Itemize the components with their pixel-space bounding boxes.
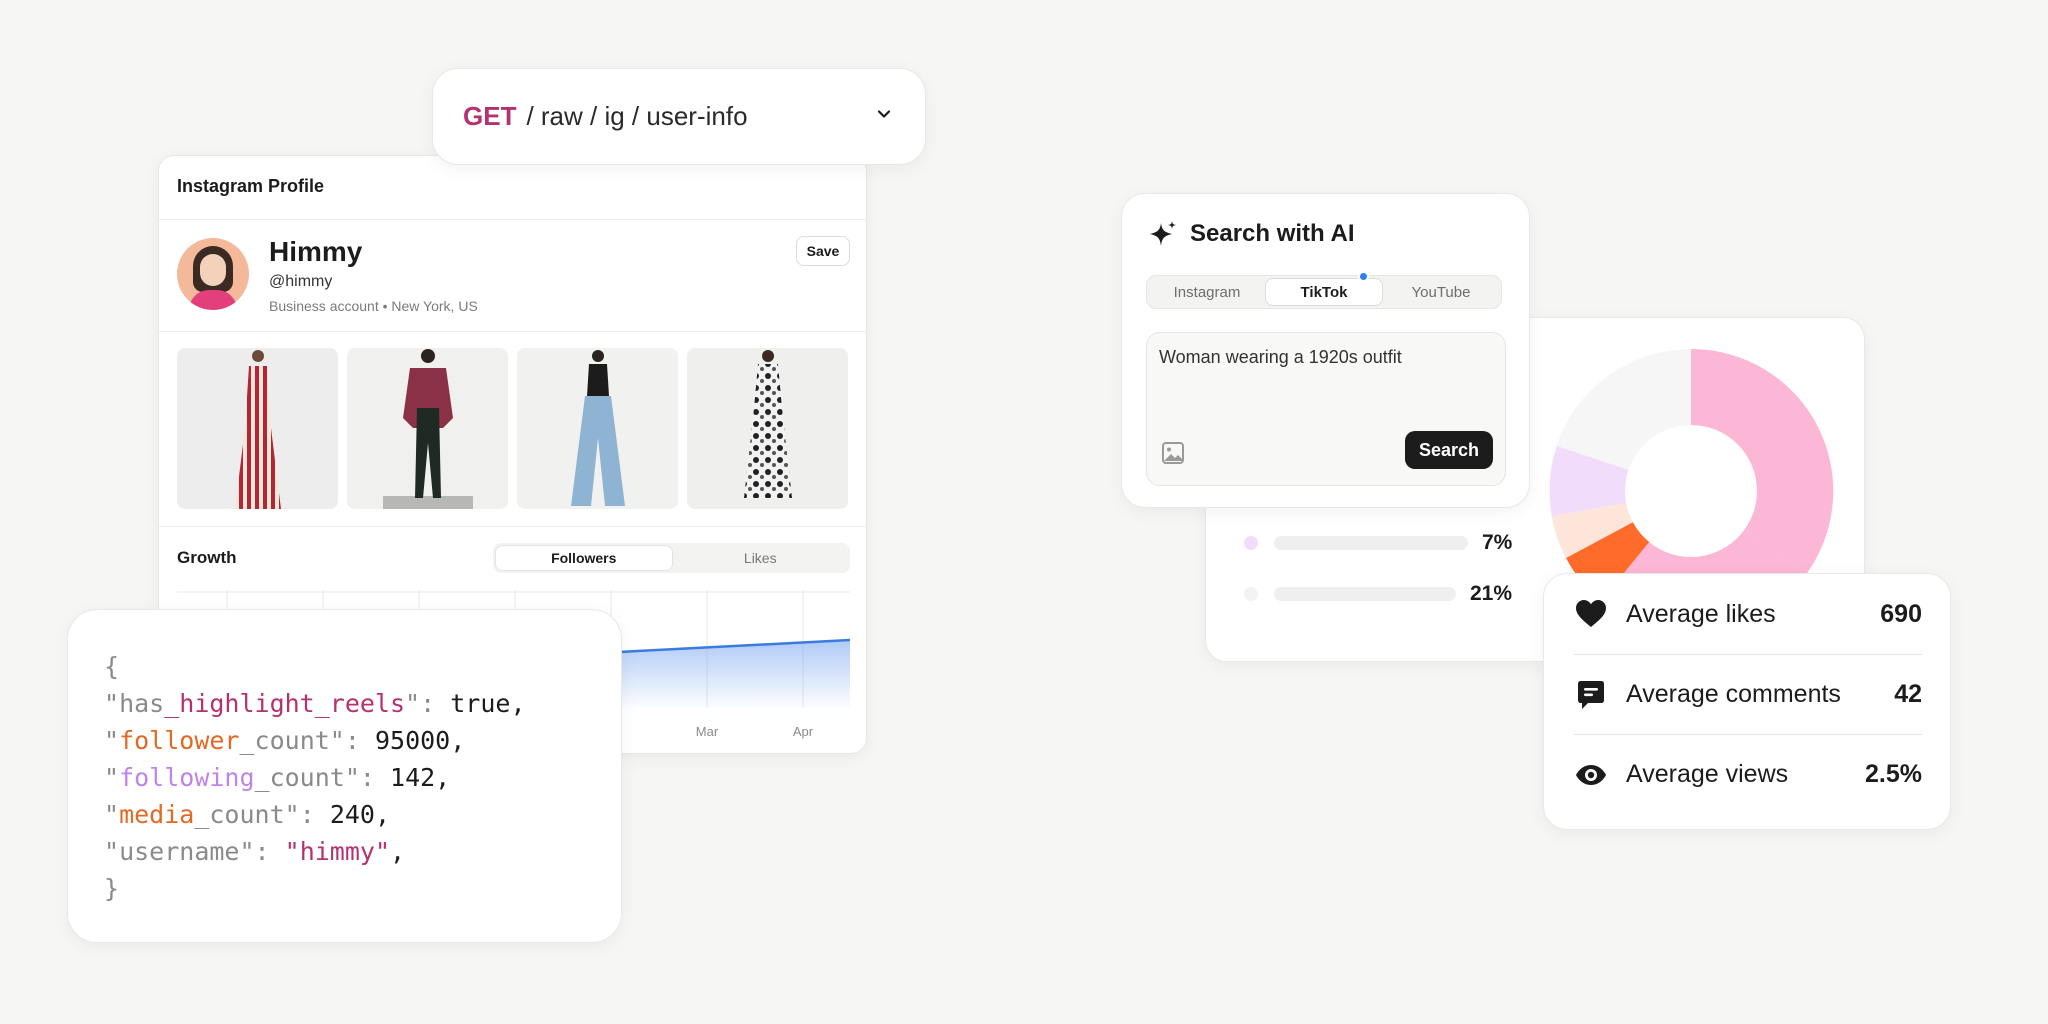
x-tick-label: Mar <box>696 724 719 739</box>
legend-value: 21% <box>1470 582 1513 605</box>
profile-handle: @himmy <box>269 273 333 290</box>
http-method: GET <box>463 101 517 131</box>
json-line: "following_count": 142, <box>104 763 451 792</box>
stat-label: Average views <box>1626 760 1789 788</box>
search-input-text: Woman wearing a 1920s outfit <box>1159 347 1402 367</box>
tab-youtube[interactable]: YouTube <box>1383 278 1499 306</box>
endpoint-path: / raw / ig / user-info <box>526 101 748 131</box>
legend-dot <box>1244 536 1258 550</box>
post-photo[interactable] <box>347 348 508 509</box>
post-photo[interactable] <box>177 348 338 509</box>
heart-icon <box>1574 597 1608 631</box>
save-button[interactable]: Save <box>796 236 850 266</box>
avatar <box>177 238 249 310</box>
legend-dot <box>1244 587 1258 601</box>
tab-instagram[interactable]: Instagram <box>1149 278 1265 306</box>
endpoint-selector[interactable]: GET / raw / ig / user-info <box>432 68 926 165</box>
profile-card-title: Instagram Profile <box>159 156 866 220</box>
x-tick-label: Apr <box>793 724 814 739</box>
json-line: "follower_count": 95000, <box>104 726 466 755</box>
platform-tabs: Instagram TikTok YouTube <box>1146 275 1502 309</box>
json-line: "username": "himmy", <box>104 837 406 866</box>
json-line: "has_highlight_reels": true, <box>104 689 526 718</box>
tab-followers[interactable]: Followers <box>495 545 673 571</box>
post-photo[interactable] <box>687 348 848 509</box>
legend-row: 21% <box>1244 582 1512 606</box>
json-response-card: { "has_highlight_reels": true, "follower… <box>67 609 622 943</box>
profile-meta: Business account • New York, US <box>269 298 478 314</box>
search-input[interactable]: Woman wearing a 1920s outfit Search <box>1146 332 1506 486</box>
tab-tiktok[interactable]: TikTok <box>1265 278 1383 306</box>
search-with-ai-card: Search with AI Instagram TikTok YouTube … <box>1121 193 1530 508</box>
post-photo[interactable] <box>517 348 678 509</box>
tab-likes[interactable]: Likes <box>673 545 849 571</box>
photo-grid <box>177 348 848 509</box>
active-indicator-dot <box>1358 271 1369 282</box>
json-brace-open: { <box>104 652 120 681</box>
profile-user-row: Himmy @himmy Business account • New York… <box>159 220 866 332</box>
image-upload-icon[interactable] <box>1161 441 1185 465</box>
search-button[interactable]: Search <box>1405 431 1493 469</box>
stat-row-views: Average views 2.5% <box>1574 734 1922 814</box>
growth-title: Growth <box>177 548 237 567</box>
engagement-stats-card: Average likes 690 Average comments 42 Av… <box>1543 573 1951 830</box>
stat-label: Average likes <box>1626 599 1776 628</box>
stat-value: 2.5% <box>1865 760 1922 788</box>
search-title: Search with AI <box>1190 220 1355 247</box>
legend-value: 7% <box>1482 531 1513 554</box>
json-brace-close: } <box>104 874 120 903</box>
eye-icon <box>1574 758 1608 792</box>
chevron-down-icon[interactable] <box>877 107 891 121</box>
comment-icon <box>1574 678 1608 712</box>
legend-row: 7% <box>1244 531 1512 555</box>
json-line: "media_count": 240, <box>104 800 391 829</box>
divider <box>159 526 866 527</box>
growth-toggle: Followers Likes <box>493 543 850 573</box>
stat-row-likes: Average likes 690 <box>1574 574 1922 654</box>
stat-row-comments: Average comments 42 <box>1574 654 1922 734</box>
stat-value: 42 <box>1894 680 1922 708</box>
stat-value: 690 <box>1880 599 1922 628</box>
stat-label: Average comments <box>1626 680 1841 708</box>
sparkle-icon <box>1150 221 1176 246</box>
profile-name: Himmy <box>269 236 363 267</box>
